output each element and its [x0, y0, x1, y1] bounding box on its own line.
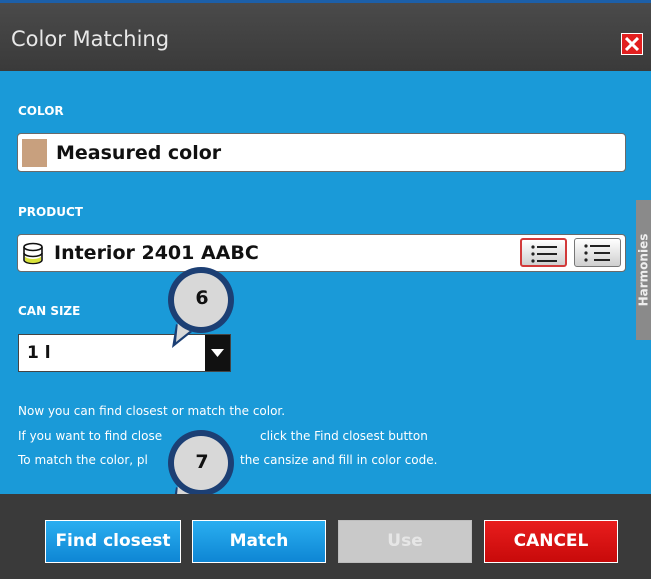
title-bar: Color Matching: [0, 3, 651, 71]
list-view-button[interactable]: [520, 238, 567, 267]
list-detail-icon: [584, 244, 610, 262]
list-icon: [531, 245, 557, 263]
close-button[interactable]: [621, 33, 643, 55]
can-size-label: CAN SIZE: [18, 304, 81, 318]
dialog-title: Color Matching: [11, 27, 170, 51]
close-x-icon: [625, 37, 639, 51]
instruction-line-3b: the cansize and fill in color code.: [240, 453, 438, 467]
instruction-line-3a: To match the color, pl: [18, 453, 148, 467]
instruction-line-2a: If you want to find close: [18, 429, 163, 443]
measured-color-field[interactable]: Measured color: [17, 133, 626, 172]
color-label: COLOR: [18, 104, 64, 118]
harmonies-tab-label: Harmonies: [636, 233, 651, 307]
database-icon: [23, 242, 43, 265]
product-label: PRODUCT: [18, 205, 83, 219]
instruction-line-2b: click the Find closest button: [260, 429, 428, 443]
cancel-button[interactable]: CANCEL: [484, 520, 618, 563]
match-button[interactable]: Match: [192, 520, 326, 563]
harmonies-tab[interactable]: Harmonies: [636, 200, 651, 340]
instruction-line-1: Now you can find closest or match the co…: [18, 404, 286, 418]
detail-list-view-button[interactable]: [574, 238, 621, 267]
callout-7-number: 7: [195, 451, 209, 473]
use-button[interactable]: Use: [338, 520, 472, 563]
callout-6-bubble: [168, 267, 234, 348]
product-name: Interior 2401 AABC: [54, 242, 259, 264]
callout-6-number: 6: [195, 287, 209, 309]
product-field[interactable]: Interior 2401 AABC: [17, 234, 626, 272]
find-closest-button[interactable]: Find closest: [45, 520, 181, 563]
color-swatch: [22, 139, 47, 167]
can-size-value: 1 l: [27, 343, 51, 363]
measured-color-text: Measured color: [56, 142, 222, 164]
